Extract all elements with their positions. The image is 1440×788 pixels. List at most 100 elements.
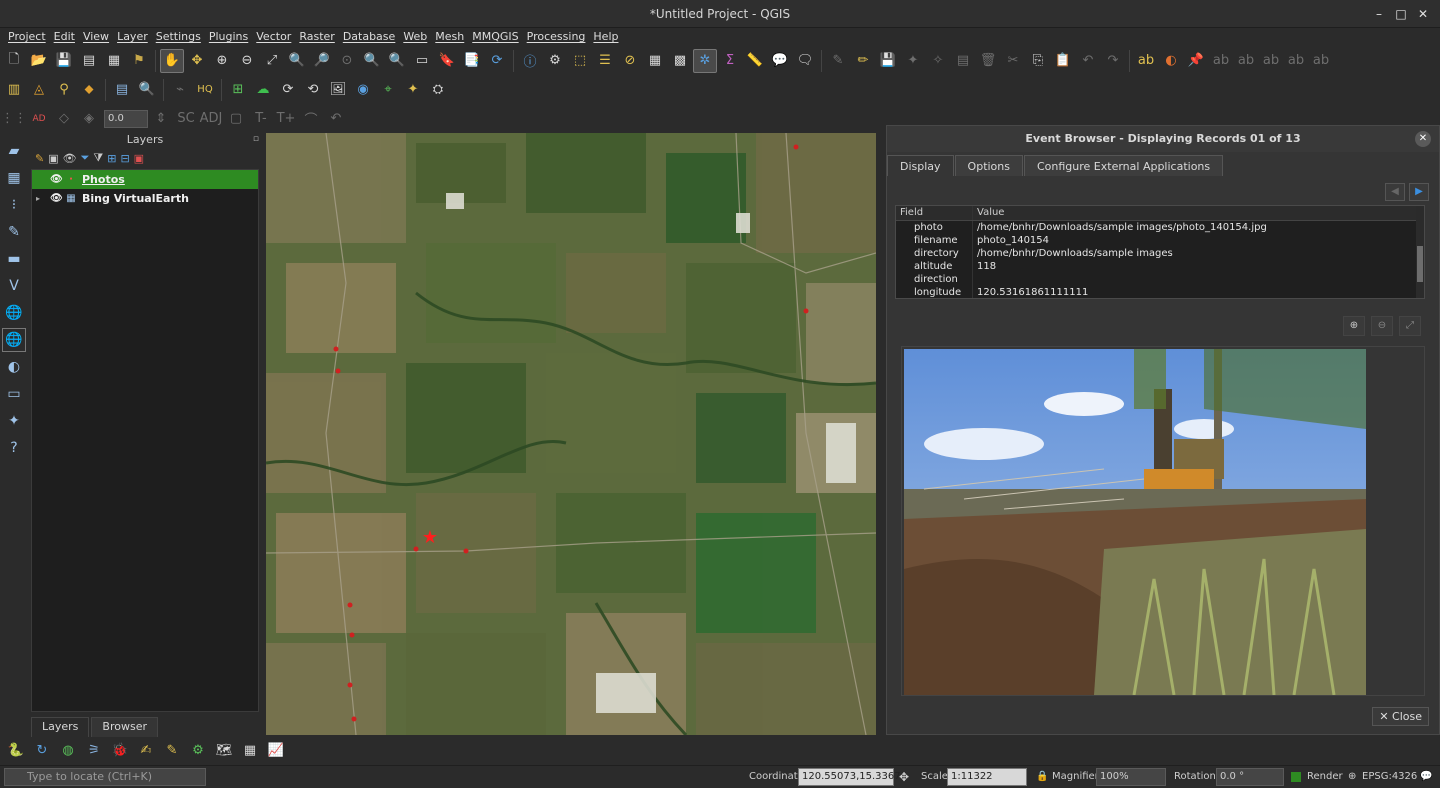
select-features-icon[interactable]: ⬚ (568, 49, 592, 73)
copy-features-icon[interactable]: ⎘ (1026, 49, 1050, 73)
hq-icon[interactable]: HQ (193, 78, 217, 102)
zoom-out-photo-icon[interactable]: ⊖ (1371, 316, 1393, 336)
maximize-button[interactable]: □ (1390, 0, 1412, 28)
zoom-fit-photo-icon[interactable]: ⤢ (1399, 316, 1421, 336)
new-bookmark-icon[interactable]: 🔖 (435, 49, 459, 73)
table-row[interactable]: photo /home/bnhr/Downloads/sample images… (896, 221, 1424, 234)
menu-layer[interactable]: Layer (109, 28, 148, 46)
zoom-last-icon[interactable]: 🔍 (360, 49, 384, 73)
actions-icon[interactable]: ⚙ (543, 49, 567, 73)
plugin-icon[interactable]: ⛭ (426, 78, 450, 102)
ad-settings-icon[interactable]: ◈ (77, 107, 101, 131)
bug-icon[interactable]: 🐞 (108, 738, 132, 762)
lock-scale-icon[interactable]: 🔒 (1036, 768, 1048, 786)
filter-legend-icon[interactable]: ⏷ (81, 151, 90, 165)
zoom-selection-icon[interactable]: 🔍 (285, 49, 309, 73)
curve-icon[interactable]: ⌒ (299, 107, 323, 131)
visibility-eye-icon[interactable]: 👁 (50, 174, 64, 185)
tab-display[interactable]: Display (887, 155, 954, 176)
menu-vector[interactable]: Vector (248, 28, 291, 46)
layout-manager-icon[interactable]: ▦ (102, 49, 126, 73)
ad-icon[interactable]: AD (27, 107, 51, 131)
visibility-eye-icon[interactable]: 👁 (50, 193, 64, 204)
new-project-icon[interactable]: 🗋 (2, 49, 26, 73)
tab-options[interactable]: Options (954, 155, 1023, 176)
magnifier-spinbox[interactable]: 100% (1096, 768, 1166, 786)
table-row[interactable]: altitude 118 (896, 260, 1424, 273)
tab-layers[interactable]: Layers (31, 717, 90, 737)
identify-layer-icon[interactable]: 🔍 (135, 78, 159, 102)
rotate-right-icon[interactable]: ⟲ (301, 78, 325, 102)
menu-mmqgis[interactable]: MMQGIS (464, 28, 518, 46)
map-image-icon[interactable]: 🗺 (212, 738, 236, 762)
annotation-icon[interactable]: 🗨 (793, 49, 817, 73)
text-minus-icon[interactable]: T- (249, 107, 273, 131)
add-layer-icon[interactable]: ⊞ (226, 78, 250, 102)
cut-features-icon[interactable]: ✂ (1001, 49, 1025, 73)
menu-processing[interactable]: Processing (519, 28, 586, 46)
paste-features-icon[interactable]: 📋 (1051, 49, 1075, 73)
previous-record-icon[interactable]: ◀ (1385, 183, 1405, 201)
crs-label[interactable]: EPSG:4326 (1362, 768, 1417, 786)
add-vector-layer-icon[interactable]: ▰ (2, 139, 26, 163)
panel-close-icon[interactable]: ▫ (253, 134, 259, 144)
event-photo[interactable] (904, 349, 1366, 695)
close-window-button[interactable]: ✕ (1412, 0, 1434, 28)
highlight-label-icon[interactable]: ab (1209, 49, 1233, 73)
dialog-close-icon[interactable]: ✕ (1415, 131, 1431, 147)
change-label-icon[interactable]: ab (1284, 49, 1308, 73)
show-bookmarks-icon[interactable]: 📑 (460, 49, 484, 73)
zoom-in-icon[interactable]: ⊕ (210, 49, 234, 73)
reload-icon[interactable]: ↻ (30, 738, 54, 762)
filter-expression-icon[interactable]: ⧩ (93, 151, 103, 165)
network-icon[interactable]: ⚞ (82, 738, 106, 762)
measure-icon[interactable]: 📏 (743, 49, 767, 73)
menu-plugins[interactable]: Plugins (201, 28, 248, 46)
add-spatialite-icon[interactable]: ✎ (2, 220, 26, 244)
menu-raster[interactable]: Raster (291, 28, 334, 46)
add-group-icon[interactable]: ▣ (48, 152, 58, 165)
grid-icon[interactable]: ▢ (224, 107, 248, 131)
event-browser-icon[interactable]: ✦ (401, 78, 425, 102)
text-plus-icon[interactable]: T+ (274, 107, 298, 131)
deselect-icon[interactable]: ⊘ (618, 49, 642, 73)
collapse-all-icon[interactable]: ⊟ (120, 152, 129, 165)
attribute-table[interactable]: Field Value photo /home/bnhr/Downloads/s… (895, 205, 1425, 299)
layer-row-bing[interactable]: ▸ 👁 ▦ Bing VirtualEarth (32, 189, 258, 208)
add-mesh-icon[interactable]: ✦ (2, 409, 26, 433)
grid-plugin-icon[interactable]: ▦ (238, 738, 262, 762)
add-wfs-icon[interactable]: ◐ (2, 355, 26, 379)
remove-layer-icon[interactable]: ▣ (134, 152, 144, 165)
modify-attributes-icon[interactable]: ▤ (951, 49, 975, 73)
data-source-manager-icon[interactable]: ▥ (2, 78, 26, 102)
save-project-icon[interactable]: 💾 (52, 49, 76, 73)
menu-web[interactable]: Web (395, 28, 427, 46)
table-scrollbar[interactable] (1416, 206, 1424, 298)
geotag-icon[interactable]: ⌖ (376, 78, 400, 102)
rotate-label-icon[interactable]: ab (1259, 49, 1283, 73)
add-point-icon[interactable]: ⬥ (77, 78, 101, 102)
minimize-button[interactable]: – (1368, 0, 1390, 28)
processing-toolbox-icon[interactable]: ✲ (693, 48, 717, 73)
delete-selected-icon[interactable]: 🗑 (976, 49, 1000, 73)
close-button[interactable]: ✕ Close (1372, 707, 1429, 726)
messages-icon[interactable]: 💬 (1420, 768, 1432, 786)
locator-search-input[interactable]: Type to locate (Ctrl+K) (4, 768, 206, 786)
add-xyz-icon[interactable]: 🌐 (2, 328, 26, 352)
menu-edit[interactable]: Edit (46, 28, 75, 46)
menu-project[interactable]: Project (0, 28, 46, 46)
add-postgis-icon[interactable]: ▬ (2, 247, 26, 271)
refresh-icon[interactable]: ⟳ (485, 49, 509, 73)
pencil-icon[interactable]: ✎ (160, 738, 184, 762)
zoom-out-icon[interactable]: ⊖ (235, 49, 259, 73)
rotate-left-icon[interactable]: ⟳ (276, 78, 300, 102)
panel-splitter[interactable] (879, 133, 885, 735)
quickmapservices-icon[interactable]: ☁ (251, 78, 275, 102)
zoom-in-photo-icon[interactable]: ⊕ (1343, 316, 1365, 336)
crs-globe-icon[interactable]: ⊕ (1348, 768, 1356, 786)
profile-icon[interactable]: ⌁ (168, 78, 192, 102)
image-layer-icon[interactable]: 🖼 (326, 78, 350, 102)
new-print-layout-icon[interactable]: ▤ (77, 49, 101, 73)
add-delimited-text-icon[interactable]: ⁝ (2, 193, 26, 217)
add-raster-layer-icon[interactable]: ▦ (2, 166, 26, 190)
